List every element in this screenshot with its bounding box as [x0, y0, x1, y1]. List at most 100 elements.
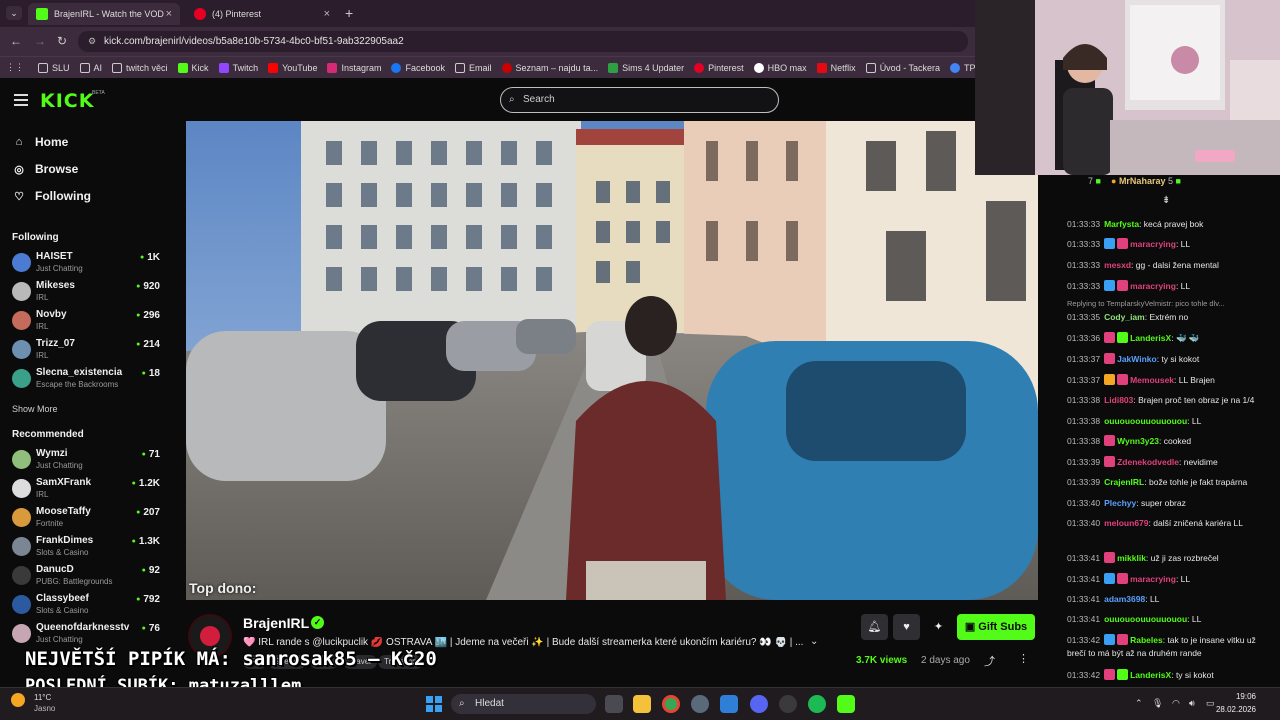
notification-bell-button[interactable]: 🔔︎: [861, 614, 888, 640]
channel-danucd[interactable]: DanucDPUBG: Battlegrounds92: [12, 563, 162, 589]
channel-slecna-existencia[interactable]: Slecna_existenciaEscape the Backrooms18: [12, 366, 162, 392]
bookmark-instagram[interactable]: Instagram: [327, 62, 381, 73]
sparkle-button[interactable]: ✦: [925, 614, 952, 640]
share-icon[interactable]: ⤴: [984, 653, 995, 669]
bookmark-tplink[interactable]: TP-Link TL: [950, 62, 975, 73]
bookmark-tackera[interactable]: Úvod - Tackera: [865, 62, 940, 73]
channel-classybeef[interactable]: ClassybeefSlots & Casino792: [12, 592, 162, 618]
bookmark-youtube[interactable]: YouTube: [268, 62, 317, 73]
chat-username[interactable]: Wynn3y23: [1117, 436, 1159, 446]
discord-icon[interactable]: [750, 695, 768, 713]
pinned-toggle-icon[interactable]: ⇟: [1162, 195, 1170, 206]
sidebar-item-browse[interactable]: ◎ Browse: [12, 162, 78, 176]
chat-username[interactable]: maracrying: [1130, 281, 1176, 291]
follow-button[interactable]: ♥: [893, 614, 920, 640]
tab-search-button[interactable]: ⌄: [6, 6, 22, 20]
chat-username[interactable]: ouuouoouuouuouou: [1104, 416, 1187, 426]
bookmark-netflix[interactable]: Netflix: [816, 62, 856, 73]
streamer-name[interactable]: BrajenIRL: [243, 615, 309, 631]
chat-username[interactable]: ouuouoouuouuouou: [1104, 614, 1187, 624]
show-more-link[interactable]: Show More: [12, 404, 58, 414]
browser-tab-pinterest[interactable]: (4) Pinterest ×: [186, 3, 338, 25]
bookmark-sims-updater[interactable]: Sims 4 Updater: [608, 62, 684, 73]
sidebar-item-home[interactable]: ⌂ Home: [12, 135, 69, 149]
kick-app-icon[interactable]: [837, 695, 855, 713]
chevron-down-icon[interactable]: ⌄: [810, 636, 818, 647]
channel-trizz[interactable]: Trizz_07IRL214: [12, 337, 162, 363]
chat-username[interactable]: mikklik: [1117, 553, 1146, 563]
chat-username[interactable]: LanderisX: [1130, 670, 1171, 680]
bookmark-slu[interactable]: SLU: [38, 62, 70, 73]
url-field[interactable]: ⚙ kick.com/brajenirl/videos/b5a8e10b-573…: [78, 31, 968, 52]
task-view-icon[interactable]: [605, 695, 623, 713]
channel-novby[interactable]: NovbyIRL296: [12, 308, 162, 334]
volume-icon[interactable]: 🔊︎: [1189, 698, 1195, 709]
chat-username[interactable]: Lidi803: [1104, 395, 1133, 405]
chat-timestamp: 01:33:37: [1067, 375, 1101, 385]
chat-username[interactable]: Rabeles: [1130, 635, 1163, 645]
bookmark-twitch[interactable]: Twitch: [218, 62, 258, 73]
apps-icon[interactable]: ⋮⋮: [6, 62, 24, 73]
channel-samxfrank[interactable]: SamXFrankIRL1.2K: [12, 476, 162, 502]
search-input[interactable]: ⌕ Search: [500, 87, 779, 113]
chat-username[interactable]: Cody_iam: [1104, 312, 1145, 322]
bookmark-hbo-max[interactable]: HBO max: [753, 62, 807, 73]
chat-username[interactable]: maracrying: [1130, 574, 1176, 584]
bookmark-kick[interactable]: Kick: [177, 62, 209, 73]
github-icon[interactable]: [779, 695, 797, 713]
close-tab-icon[interactable]: ×: [166, 8, 172, 20]
chrome-icon[interactable]: [662, 695, 680, 713]
windows-start-icon[interactable]: [426, 696, 442, 712]
taskbar-search-input[interactable]: ⌕ Hledat: [451, 694, 596, 714]
chat-username[interactable]: CrajenIRL: [1104, 477, 1144, 487]
video-player[interactable]: [186, 121, 1038, 600]
chat-timestamp: 01:33:41: [1067, 553, 1101, 563]
bookmark-email[interactable]: Email: [455, 62, 492, 73]
channel-haiset[interactable]: HAISETJust Chatting1K: [12, 250, 162, 276]
chat-username[interactable]: maracrying: [1130, 239, 1176, 249]
channel-frankdimes[interactable]: FrankDimesSlots & Casino1.3K: [12, 534, 162, 560]
kick-logo[interactable]: KICK: [40, 90, 94, 112]
bookmark-pinterest[interactable]: Pinterest: [694, 62, 744, 73]
wifi-icon[interactable]: ◠: [1172, 698, 1180, 709]
chat-username[interactable]: Memousek: [1130, 375, 1174, 385]
reload-icon[interactable]: ↻: [57, 34, 67, 48]
chat-username[interactable]: Marfysta: [1104, 219, 1139, 229]
bookmark-facebook[interactable]: Facebook: [391, 62, 445, 73]
bookmark-ai[interactable]: AI: [79, 62, 102, 73]
menu-icon[interactable]: [14, 94, 28, 106]
forward-icon[interactable]: →: [34, 34, 46, 48]
clock-date[interactable]: 28.02.2026: [1200, 705, 1256, 714]
file-explorer-icon[interactable]: [633, 695, 651, 713]
new-tab-button[interactable]: +: [345, 5, 353, 21]
channel-moosetaffy[interactable]: MooseTaffyFortnite207: [12, 505, 162, 531]
gift-subs-button[interactable]: ▣ Gift Subs: [957, 614, 1035, 640]
channel-queenofdarknesstv[interactable]: QueenofdarknesstvJust Chatting76: [12, 621, 162, 647]
chat-username[interactable]: JakWinko: [1117, 354, 1157, 364]
channel-wymzi[interactable]: WymziJust Chatting71: [12, 447, 162, 473]
chat-username[interactable]: Zdenekodvedle: [1117, 457, 1179, 467]
weather-icon[interactable]: [11, 693, 25, 707]
chat-username[interactable]: adam3698: [1104, 594, 1145, 604]
more-options-icon[interactable]: ⋮: [1018, 652, 1029, 665]
mic-icon[interactable]: 🎙︎: [1152, 698, 1163, 709]
close-tab-icon[interactable]: ×: [324, 8, 330, 20]
chevron-up-icon[interactable]: ⌃: [1135, 698, 1143, 709]
chat-username[interactable]: LanderisX: [1130, 333, 1171, 343]
chat-username[interactable]: mesxd: [1104, 260, 1131, 270]
chat-username[interactable]: Plechyy: [1104, 498, 1136, 508]
site-info-icon[interactable]: ⚙: [88, 31, 96, 52]
browser-tab-kick[interactable]: BrajenIRL - Watch the VOD ×: [28, 3, 180, 25]
back-icon[interactable]: ←: [10, 34, 22, 48]
photos-icon[interactable]: [720, 695, 738, 713]
chat-text: LL: [1180, 281, 1191, 291]
chat-timestamp: 01:33:42: [1067, 635, 1101, 645]
bookmark-twitch-veci[interactable]: twitch věci: [112, 62, 168, 73]
sidebar-item-following[interactable]: ♡ Following: [12, 189, 91, 203]
settings-icon[interactable]: [691, 695, 709, 713]
spotify-icon[interactable]: [808, 695, 826, 713]
bookmark-seznam[interactable]: Seznam – najdu ta...: [501, 62, 598, 73]
channel-mikeses[interactable]: MikesesIRL920: [12, 279, 162, 305]
clock-time[interactable]: 19:06: [1216, 692, 1256, 701]
chat-username[interactable]: meloun679: [1104, 518, 1148, 528]
